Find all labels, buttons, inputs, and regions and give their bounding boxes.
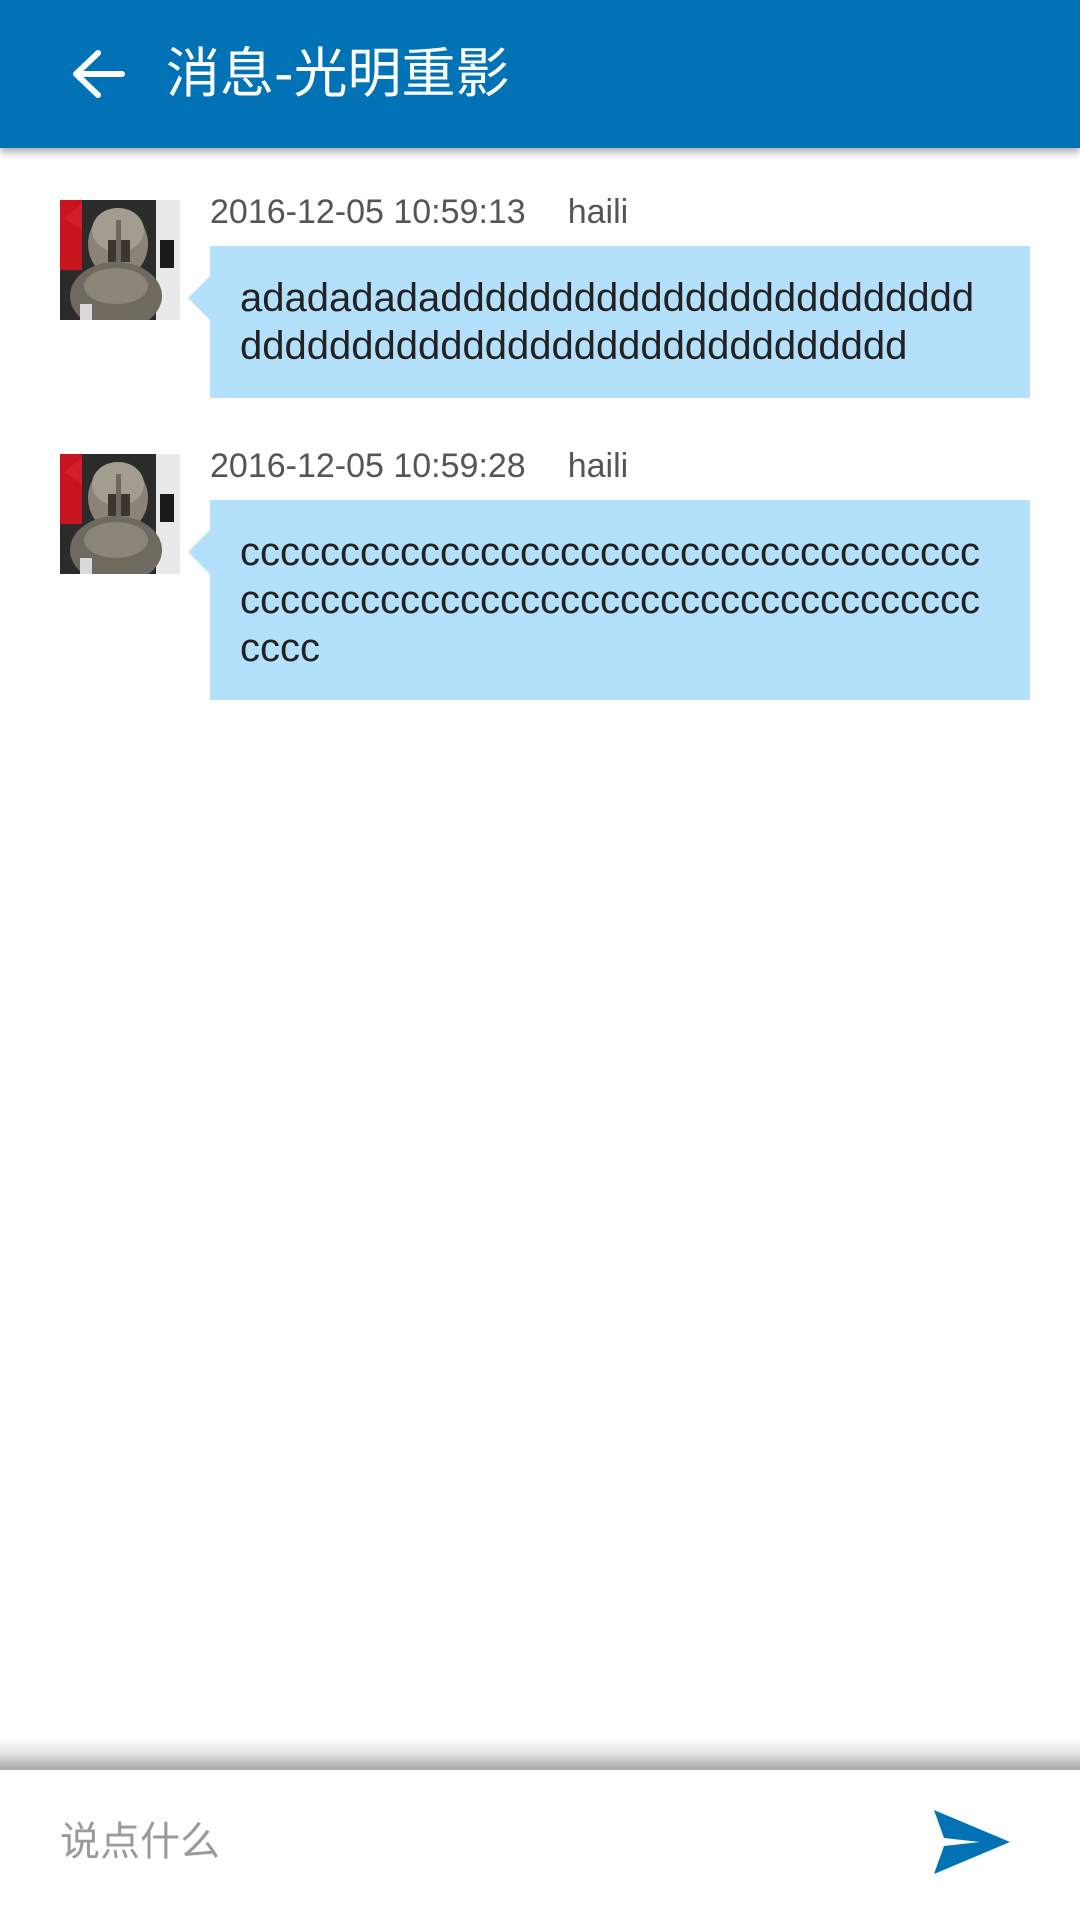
message-text: adadadadaddddddddddddddddddddddddddddddd… [240, 276, 975, 368]
message-text: cccccccccccccccccccccccccccccccccccccccc… [240, 530, 980, 670]
avatar[interactable] [60, 200, 180, 320]
divider [0, 1738, 1080, 1770]
message-bubble[interactable]: cccccccccccccccccccccccccccccccccccccccc… [188, 500, 1030, 700]
message-meta: 2016-12-05 10:59:13 haili [210, 190, 628, 234]
chat-screen: 消息-光明重影 2016-12-05 10:59:13 haili adadad… [0, 0, 1080, 1920]
message-sender: haili [567, 447, 629, 485]
page-title: 消息-光明重影 [166, 42, 510, 105]
send-button[interactable] [930, 1806, 1014, 1878]
avatar-image [60, 454, 180, 574]
message-bubble[interactable]: adadadadaddddddddddddddddddddddddddddddd… [188, 246, 1030, 398]
send-icon [934, 1810, 1010, 1874]
message-sender: haili [567, 193, 629, 231]
message-timestamp: 2016-12-05 10:59:28 [210, 447, 526, 485]
message-timestamp: 2016-12-05 10:59:13 [210, 193, 526, 231]
message-meta: 2016-12-05 10:59:28 haili [210, 444, 628, 488]
message-composer [0, 1770, 1080, 1920]
back-button[interactable] [58, 40, 138, 108]
avatar-image [60, 200, 180, 320]
message-input[interactable] [60, 1800, 840, 1884]
top-app-bar: 消息-光明重影 [0, 0, 1080, 148]
message-list[interactable]: 2016-12-05 10:59:13 haili adadadadadddddd… [0, 148, 1080, 1738]
avatar[interactable] [60, 454, 180, 574]
arrow-left-icon [73, 50, 125, 98]
